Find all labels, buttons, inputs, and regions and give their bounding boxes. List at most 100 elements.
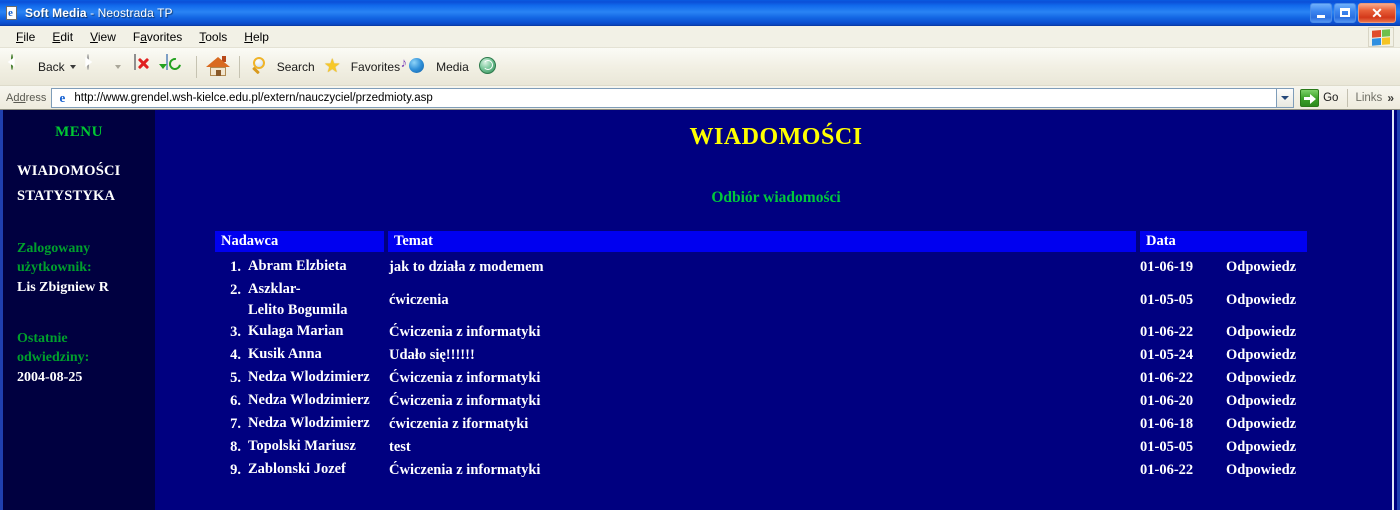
cell-sender: 4. Kusik Anna — [215, 344, 384, 366]
cell-subject[interactable]: Ćwiczenia z informatyki — [384, 321, 1140, 343]
sender-name[interactable]: Nedza Wlodzimierz — [248, 367, 370, 389]
stop-button[interactable] — [127, 52, 159, 82]
sender-name[interactable]: Abram Elzbieta — [248, 256, 347, 278]
minimize-button[interactable] — [1310, 2, 1332, 23]
minimize-icon — [1317, 14, 1325, 18]
menu-item-help[interactable]: Help — [236, 28, 278, 46]
cell-subject[interactable]: Udało się!!!!!! — [384, 344, 1140, 366]
reply-link[interactable]: Odpowiedz — [1214, 459, 1307, 481]
menu-item-file[interactable]: File — [8, 28, 44, 46]
go-arrow-icon — [1300, 88, 1320, 107]
reply-link[interactable]: Odpowiedz — [1214, 436, 1307, 458]
reply-link[interactable]: Odpowiedz — [1214, 256, 1307, 278]
cell-date: 01-06-22 — [1140, 462, 1194, 478]
back-dropdown-caret-icon[interactable] — [69, 64, 76, 69]
reply-link[interactable]: Odpowiedz — [1214, 367, 1307, 389]
sidebar-item-wiadomosci[interactable]: WIADOMOŚCI — [3, 159, 155, 184]
sidebar: MENU WIADOMOŚCI STATYSTYKA Zalogowany uż… — [3, 110, 155, 510]
links-chevron-icon[interactable]: » — [1387, 91, 1394, 105]
cell-subject[interactable]: ćwiczenia z iformatyki — [384, 413, 1140, 435]
row-number: 6. — [230, 393, 241, 409]
messages-table: Nadawca Temat Data 1. Abram Elzbieta jak t… — [215, 231, 1307, 482]
table-header-row: Nadawca Temat Data — [215, 231, 1307, 252]
ie-e-icon: e — [59, 90, 66, 105]
page-title: WIADOMOŚCI — [689, 124, 863, 150]
cell-date: 01-06-22 — [1140, 324, 1194, 340]
address-separator — [1347, 88, 1349, 107]
sender-name[interactable]: Aszklar- Lelito Bogumila — [248, 279, 348, 321]
go-button[interactable]: Go — [1300, 88, 1339, 107]
menu-item-view[interactable]: View — [82, 28, 125, 46]
search-icon — [249, 55, 273, 79]
cell-date: 01-06-18 — [1140, 416, 1194, 432]
cell-subject[interactable]: Ćwiczenia z informatyki — [384, 390, 1140, 412]
search-label: Search — [276, 59, 315, 74]
reply-link[interactable]: Odpowiedz — [1214, 279, 1307, 311]
sender-name[interactable]: Zablonski Jozef — [248, 459, 346, 481]
favorites-button[interactable]: ★ Favorites — [319, 52, 404, 82]
reply-link[interactable]: Odpowiedz — [1214, 321, 1307, 343]
refresh-button[interactable] — [158, 52, 191, 82]
row-number: 2. — [230, 282, 241, 298]
cell-sender: 3. Kulaga Marian — [215, 321, 384, 343]
address-label: Address — [6, 91, 47, 104]
cell-date: 01-05-05 — [1140, 439, 1194, 455]
sender-name[interactable]: Topolski Mariusz — [248, 436, 356, 458]
sender-name[interactable]: Kulaga Marian — [248, 321, 343, 343]
history-button[interactable] — [473, 52, 505, 82]
back-arrow-icon — [7, 53, 34, 79]
cell-subject[interactable]: jak to działa z modemem — [384, 256, 1140, 278]
forward-button[interactable] — [82, 52, 127, 82]
search-button[interactable]: Search — [245, 52, 319, 82]
cell-subject[interactable]: Ćwiczenia z informatyki — [384, 367, 1140, 389]
menu-item-edit[interactable]: Edit — [44, 28, 82, 46]
menu-item-tools[interactable]: Tools — [191, 28, 236, 46]
media-button[interactable]: ♪ Media — [401, 52, 473, 82]
back-button[interactable]: Back — [6, 52, 82, 82]
sender-name[interactable]: Nedza Wlodzimierz — [248, 413, 370, 435]
maximize-icon — [1340, 8, 1350, 17]
star-icon: ★ — [323, 55, 341, 77]
windows-flag-icon[interactable] — [1368, 27, 1394, 47]
address-input[interactable]: e http://www.grendel.wsh-kielce.edu.pl/e… — [51, 87, 1278, 108]
cell-subject[interactable]: Ćwiczenia z informatyki — [384, 459, 1140, 481]
page-subtitle: Odbiór wiadomości — [711, 189, 841, 206]
forward-dropdown-caret-icon[interactable] — [114, 64, 121, 69]
row-number: 8. — [230, 439, 241, 455]
sidebar-gap-2 — [3, 299, 155, 329]
cell-date: 01-05-05 — [1140, 292, 1194, 308]
row-number: 1. — [230, 259, 241, 275]
last-visit-caption-line2: odwiedziny: — [17, 350, 90, 365]
cell-subject[interactable]: test — [384, 436, 1140, 458]
table-row: 9. Zablonski Jozef Ćwiczenia z informatyki… — [215, 459, 1307, 482]
cell-sender: 2. Aszklar- Lelito Bogumila — [215, 279, 384, 321]
cell-subject[interactable]: ćwiczenia — [384, 279, 1140, 311]
reply-link[interactable]: Odpowiedz — [1214, 344, 1307, 366]
toolbar-separator-2 — [238, 55, 240, 78]
home-button[interactable] — [202, 52, 234, 82]
reply-link[interactable]: Odpowiedz — [1214, 413, 1307, 435]
go-label: Go — [1323, 91, 1339, 104]
sidebar-menu-heading: MENU — [55, 124, 103, 140]
cell-sender: 1. Abram Elzbieta — [215, 256, 384, 278]
sender-name[interactable]: Nedza Wlodzimierz — [248, 390, 370, 412]
chevron-down-icon — [1281, 95, 1290, 100]
sender-name-line1: Kulaga Marian — [248, 323, 344, 339]
links-label[interactable]: Links — [1355, 92, 1382, 104]
table-row: 2. Aszklar- Lelito Bogumila ćwiczenia 01-05-… — [215, 279, 1307, 321]
table-row: 8. Topolski Mariusz test 01-05-05 Odpowiedz — [215, 436, 1307, 459]
sender-name[interactable]: Kusik Anna — [248, 344, 322, 366]
close-button[interactable]: ✕ — [1358, 2, 1396, 23]
favorites-label: Favorites — [350, 59, 401, 74]
address-url-text: http://www.grendel.wsh-kielce.edu.pl/ext… — [74, 91, 433, 104]
menu-item-favorites[interactable]: Favorites — [125, 28, 191, 46]
last-visit-date: 2004-08-25 — [17, 370, 83, 385]
forward-arrow-icon — [85, 53, 110, 79]
row-number: 4. — [230, 347, 241, 363]
sidebar-item-statystyka[interactable]: STATYSTYKA — [3, 184, 155, 209]
address-dropdown-button[interactable] — [1277, 87, 1295, 108]
table-row: 4. Kusik Anna Udało się!!!!!! 01-05-24 Odpow… — [215, 344, 1307, 367]
reply-link[interactable]: Odpowiedz — [1214, 390, 1307, 412]
maximize-button[interactable] — [1334, 2, 1356, 23]
cell-sender: 7. Nedza Wlodzimierz — [215, 413, 384, 435]
